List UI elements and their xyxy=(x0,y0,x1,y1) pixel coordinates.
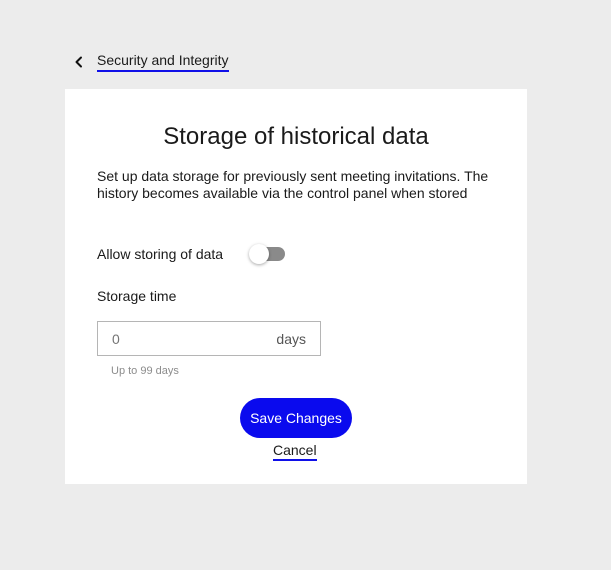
storage-time-field: days xyxy=(97,321,321,356)
save-changes-button[interactable]: Save Changes xyxy=(240,398,352,438)
chevron-left-icon[interactable] xyxy=(68,51,90,73)
storage-time-label: Storage time xyxy=(97,288,177,304)
breadcrumb-link-security-and-integrity[interactable]: Security and Integrity xyxy=(97,52,229,72)
settings-card: Storage of historical data Set up data s… xyxy=(65,89,527,484)
cancel-link[interactable]: Cancel xyxy=(273,442,317,461)
breadcrumb: Security and Integrity xyxy=(68,50,229,74)
storage-time-hint: Up to 99 days xyxy=(111,365,179,377)
description-text: Set up data storage for previously sent … xyxy=(97,168,489,201)
allow-storing-row: Allow storing of data xyxy=(97,244,287,264)
storage-time-input[interactable] xyxy=(98,322,262,355)
toggle-knob xyxy=(249,244,270,264)
allow-storing-label: Allow storing of data xyxy=(97,246,224,262)
page-title: Storage of historical data xyxy=(163,123,429,150)
days-suffix: days xyxy=(276,330,306,347)
allow-storing-toggle[interactable] xyxy=(249,244,287,264)
